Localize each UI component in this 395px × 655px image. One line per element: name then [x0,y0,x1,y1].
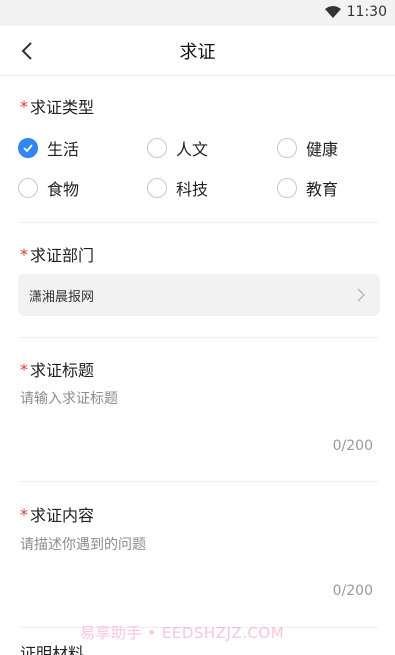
radio-option-label: 食物 [47,180,80,199]
radio-unchecked-icon [147,178,167,198]
radio-option-label: 人文 [176,140,209,159]
status-right: 11:30 [324,4,387,20]
radio-option-label: 科技 [176,180,209,199]
title-char-counter: 0/200 [332,438,373,454]
content-field-label-text: 求证内容 [30,506,95,525]
radio-unchecked-icon [18,178,38,198]
radio-option-1[interactable]: 人文 [147,136,208,160]
required-mark: * [20,96,28,116]
wifi-icon [324,6,341,18]
evidence-label: 证明材料 [20,644,85,655]
title-textarea[interactable]: 请输入求证标题 [20,388,378,458]
required-mark: * [20,359,28,379]
title-field-label-text: 求证标题 [30,361,95,380]
content-textarea[interactable]: 请描述你遇到的问题 [20,534,378,604]
required-mark: * [20,244,28,264]
check-icon [23,144,33,153]
category-label-text: 求证类型 [30,98,95,117]
content-field-label: * 求证内容 [20,502,94,526]
required-mark: * [20,504,28,524]
nav-bar: 求证 [0,26,395,76]
chevron-right-icon [357,288,365,302]
page-title: 求证 [179,42,216,63]
content-placeholder: 请描述你遇到的问题 [20,537,146,553]
content-char-counter: 0/200 [332,583,373,599]
title-placeholder: 请输入求证标题 [20,391,118,407]
title-field-label: * 求证标题 [20,357,94,381]
department-label: * 求证部门 [20,242,94,266]
status-time: 11:30 [346,4,387,20]
category-label: * 求证类型 [20,94,94,118]
radio-option-3[interactable]: 食物 [18,176,79,200]
department-label-text: 求证部门 [30,246,95,265]
radio-option-0[interactable]: 生活 [18,136,79,160]
radio-option-label: 教育 [306,180,339,199]
radio-option-label: 健康 [306,140,339,159]
radio-unchecked-icon [277,178,297,198]
status-bar: 11:30 [0,0,395,26]
department-select[interactable]: 潇湘晨报网 [18,274,380,316]
radio-option-5[interactable]: 教育 [277,176,338,200]
radio-option-label: 生活 [47,140,80,159]
divider [20,337,378,338]
divider [20,222,378,223]
divider [20,481,378,482]
radio-unchecked-icon [147,138,167,158]
radio-checked-icon [18,138,38,158]
radio-option-2[interactable]: 健康 [277,136,338,160]
radio-option-4[interactable]: 科技 [147,176,208,200]
radio-unchecked-icon [277,138,297,158]
watermark: 易享助手 • EEDSHZJZ.COM [80,624,285,642]
department-value: 潇湘晨报网 [29,290,95,305]
